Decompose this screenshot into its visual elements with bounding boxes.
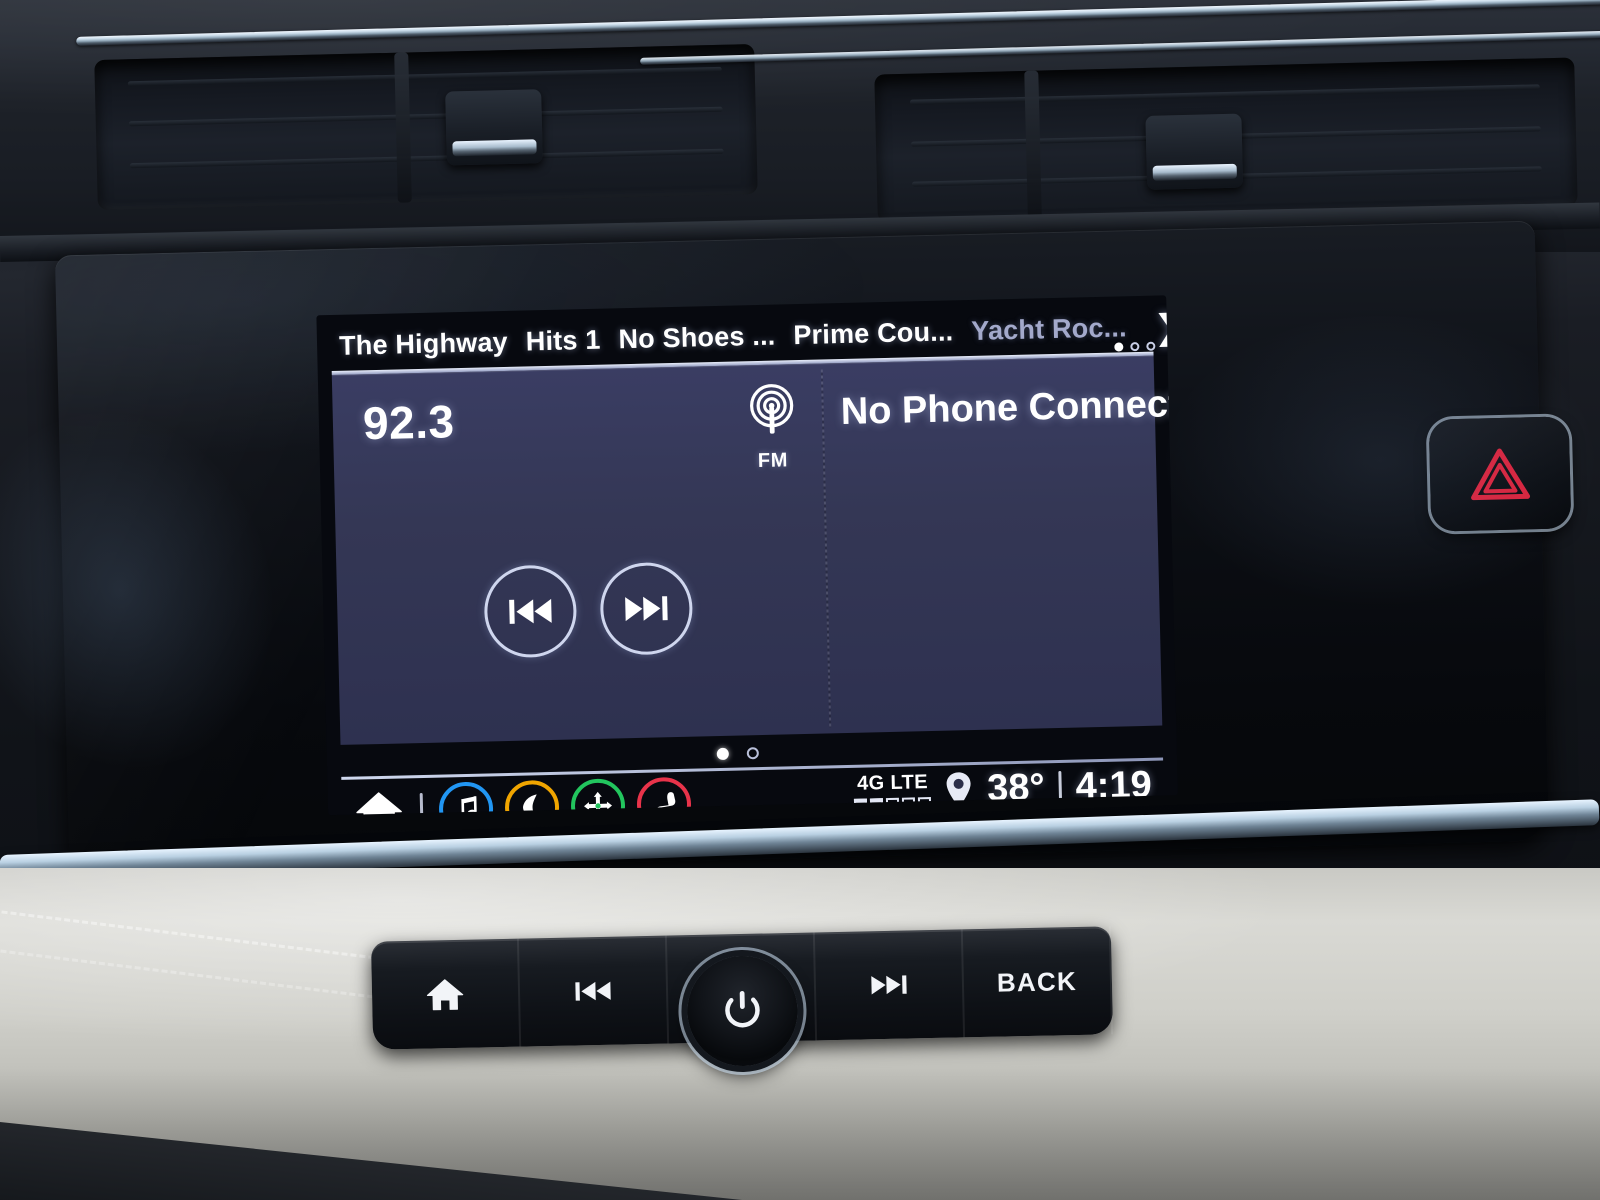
hw-back-button[interactable]: BACK <box>962 926 1114 1038</box>
previous-track-icon <box>509 598 552 624</box>
preset-tab-2[interactable]: No Shoes ... <box>618 320 776 355</box>
page-dot <box>746 747 759 760</box>
hw-home-button[interactable] <box>370 938 522 1050</box>
home-cards-area: 92.3 FM No Phone Connected <box>331 355 1178 745</box>
preset-divider <box>784 320 785 351</box>
preset-divider <box>1135 312 1137 343</box>
home-icon[interactable] <box>354 787 405 816</box>
preset-page-indicator <box>1114 341 1156 352</box>
next-track-button[interactable] <box>599 561 694 656</box>
hw-previous-button[interactable] <box>518 935 670 1047</box>
preset-tab-4[interactable]: Yacht Roc... <box>971 312 1127 347</box>
preset-divider <box>609 324 610 355</box>
next-track-icon <box>871 975 907 995</box>
vent-slider-right[interactable] <box>1145 113 1244 190</box>
phone-app-icon[interactable] <box>504 779 560 816</box>
hw-back-label: BACK <box>996 965 1078 998</box>
air-vent-right[interactable] <box>874 57 1578 223</box>
previous-track-icon <box>575 981 611 1001</box>
taskbar-divider <box>419 793 424 816</box>
hw-power-volume-knob[interactable] <box>682 950 803 1072</box>
media-transport-controls[interactable] <box>483 561 694 659</box>
phone-status-text: No Phone Connected <box>840 382 1178 434</box>
page-dot <box>1146 341 1156 351</box>
radio-band: FM <box>717 379 827 474</box>
previous-track-button[interactable] <box>483 564 578 659</box>
network-label: 4G LTE <box>856 770 929 795</box>
infotainment-bezel: The Highway Hits 1 No Shoes ... Prime Co… <box>54 220 1550 876</box>
page-dot-active <box>1114 342 1124 352</box>
hw-next-button[interactable] <box>814 929 966 1041</box>
preset-tab-3[interactable]: Prime Cou... <box>793 316 954 351</box>
next-track-icon <box>625 596 668 622</box>
hazard-light-button[interactable] <box>1428 416 1572 532</box>
hazard-triangle-icon <box>1471 448 1531 501</box>
page-dot <box>1130 341 1140 352</box>
power-icon <box>725 990 760 1028</box>
preset-tab-0[interactable]: The Highway <box>339 326 508 361</box>
hardware-button-strip[interactable]: BACK <box>370 926 1114 1072</box>
preset-divider <box>961 316 963 347</box>
preset-divider <box>516 326 518 357</box>
air-vent-left[interactable] <box>94 43 758 211</box>
page-dot-active <box>716 747 729 761</box>
preset-tab-1[interactable]: Hits 1 <box>525 324 600 357</box>
car-dashboard-scene: The Highway Hits 1 No Shoes ... Prime Co… <box>0 0 1600 1200</box>
music-app-icon[interactable] <box>438 781 494 816</box>
fm-broadcast-icon <box>750 384 794 434</box>
radio-frequency: 92.3 <box>362 395 456 450</box>
vent-slider-left[interactable] <box>445 89 543 166</box>
infotainment-screen[interactable]: The Highway Hits 1 No Shoes ... Prime Co… <box>316 295 1178 816</box>
radio-band-label: FM <box>757 449 789 473</box>
home-icon <box>426 979 464 1011</box>
